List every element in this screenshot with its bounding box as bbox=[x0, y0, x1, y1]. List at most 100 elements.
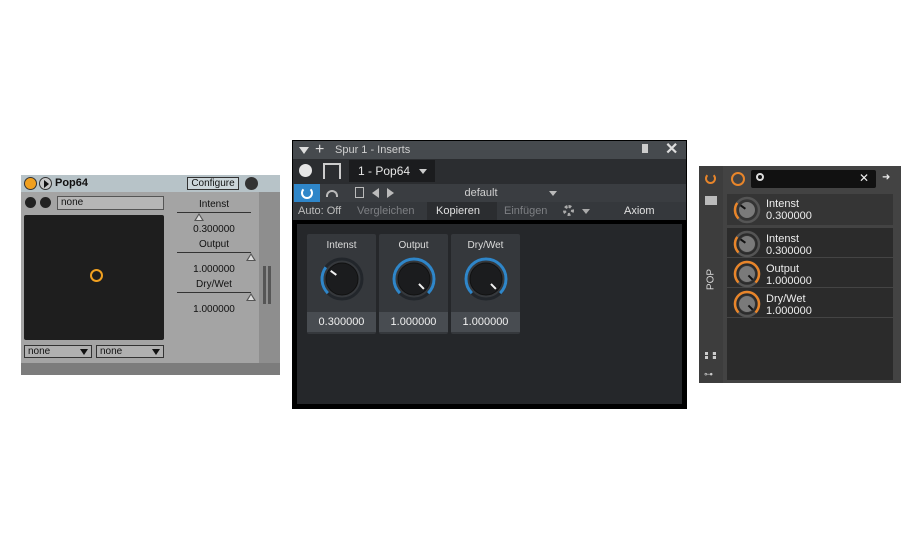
device-side-strip bbox=[259, 192, 280, 363]
knob-label: Dry/Wet bbox=[467, 240, 504, 251]
configure-button[interactable]: Configure bbox=[187, 177, 239, 190]
power-icon bbox=[301, 187, 313, 199]
window-header: + Spur 1 - Inserts ✕ bbox=[293, 141, 686, 159]
knob-value[interactable]: 1.000000 bbox=[451, 312, 520, 332]
param-handle-drywet[interactable] bbox=[246, 293, 256, 301]
knob-dial[interactable] bbox=[463, 256, 509, 302]
param-row-intenst: Intenst 0.300000 bbox=[727, 229, 893, 258]
next-preset-icon[interactable] bbox=[387, 188, 394, 198]
param-name: Intenst bbox=[766, 233, 800, 245]
knob-dial[interactable] bbox=[319, 256, 365, 302]
x-axis-dropdown[interactable]: none bbox=[24, 345, 92, 358]
search-input[interactable] bbox=[773, 171, 853, 186]
param-slider-intenst[interactable] bbox=[177, 212, 251, 213]
preset-selector[interactable]: default bbox=[401, 185, 561, 201]
preset-row: default bbox=[293, 184, 686, 202]
knob-value[interactable]: 1.000000 bbox=[379, 312, 448, 332]
remote-control-box: Intenst 0.300000 bbox=[727, 194, 893, 225]
chevron-down-icon bbox=[419, 169, 427, 174]
plugin-power-button[interactable] bbox=[294, 184, 320, 202]
preset-file-icon[interactable] bbox=[355, 187, 364, 198]
device-power-button[interactable] bbox=[24, 177, 37, 190]
tab-pop64[interactable]: 1 - Pop64 bbox=[349, 160, 435, 182]
automation-row: Auto: Off Vergleichen Kopieren Einfügen … bbox=[293, 202, 686, 220]
param-value: 1.000000 bbox=[766, 305, 812, 317]
remote-value: 0.300000 bbox=[766, 210, 812, 222]
add-icon[interactable]: + bbox=[315, 142, 324, 158]
close-icon[interactable]: ✕ bbox=[665, 141, 678, 158]
param-name: Output bbox=[766, 263, 800, 275]
param-slider-drywet[interactable] bbox=[177, 292, 251, 293]
power-icon[interactable] bbox=[705, 173, 716, 184]
param-value: 1.000000 bbox=[766, 275, 812, 287]
param-row-output: Output 1.000000 bbox=[727, 259, 893, 288]
device-play-button[interactable] bbox=[39, 177, 52, 190]
param-handle-output[interactable] bbox=[246, 253, 256, 261]
param-value-intenst: 0.300000 bbox=[193, 224, 235, 235]
device-bottom-bar bbox=[21, 363, 280, 375]
param-label-output: Output bbox=[198, 239, 230, 250]
folder-icon[interactable] bbox=[705, 196, 717, 205]
remote-name: Intenst bbox=[766, 198, 800, 210]
hot-swap-icon[interactable] bbox=[25, 197, 36, 208]
chevron-down-icon bbox=[80, 349, 88, 355]
knob-intenst: Intenst 0.300000 bbox=[307, 234, 376, 334]
knob-drywet: Dry/Wet 1.000000 bbox=[451, 234, 520, 334]
knob-output: Output 1.000000 bbox=[379, 234, 448, 334]
device-title-bar: Pop64 Configure bbox=[21, 175, 280, 192]
device-name: Axiom bbox=[624, 205, 655, 217]
xy-pad[interactable] bbox=[24, 215, 164, 340]
knob-label: Intenst bbox=[326, 240, 357, 251]
chevron-down-icon bbox=[152, 349, 160, 355]
grid-icon[interactable] bbox=[705, 352, 716, 359]
save-preset-icon[interactable] bbox=[40, 197, 51, 208]
device-menu-icon[interactable] bbox=[245, 177, 258, 190]
param-knob[interactable] bbox=[733, 230, 761, 258]
search-icon bbox=[756, 173, 764, 181]
copy-button[interactable]: Kopieren bbox=[436, 205, 480, 217]
device-left-strip: POP ⊶ bbox=[699, 166, 723, 383]
collapse-icon[interactable] bbox=[299, 147, 309, 154]
tab-row: 1 - Pop64 bbox=[293, 159, 686, 184]
preset-field[interactable]: none bbox=[57, 196, 164, 210]
param-knob[interactable] bbox=[733, 260, 761, 288]
output-meter-right bbox=[268, 266, 271, 304]
gear-icon[interactable] bbox=[563, 205, 574, 216]
param-value-drywet: 1.000000 bbox=[193, 304, 235, 315]
chevron-down-icon[interactable] bbox=[582, 209, 590, 214]
knob-value[interactable]: 0.300000 bbox=[307, 312, 376, 332]
knob-label: Output bbox=[398, 240, 429, 251]
paste-button[interactable]: Einfügen bbox=[504, 205, 547, 217]
expand-icon[interactable]: ➜ bbox=[882, 172, 890, 183]
live-device-panel: Pop64 Configure none none none Intenst 0… bbox=[21, 175, 280, 375]
window-title: Spur 1 - Inserts bbox=[335, 144, 411, 156]
y-axis-dropdown[interactable]: none bbox=[96, 345, 164, 358]
device-vertical-label: POP bbox=[705, 268, 717, 291]
remote-knob[interactable] bbox=[733, 196, 761, 224]
modulator-icon[interactable] bbox=[731, 172, 745, 186]
play-icon bbox=[44, 180, 49, 188]
param-row-drywet: Dry/Wet 1.000000 bbox=[727, 289, 893, 318]
studio-insert-window: + Spur 1 - Inserts ✕ 1 - Pop64 default A… bbox=[292, 140, 687, 409]
routing-network-icon[interactable] bbox=[323, 163, 341, 179]
param-label-intenst: Intenst bbox=[198, 199, 230, 210]
device-title: Pop64 bbox=[55, 177, 89, 189]
param-slider-output[interactable] bbox=[177, 252, 251, 253]
param-handle-intenst[interactable] bbox=[194, 213, 205, 221]
auto-mode-button[interactable]: Auto: Off bbox=[298, 205, 341, 217]
knob-dial[interactable] bbox=[391, 256, 437, 302]
param-name: Dry/Wet bbox=[766, 293, 806, 305]
param-value: 0.300000 bbox=[766, 245, 812, 257]
xy-pad-handle[interactable] bbox=[90, 269, 103, 282]
param-knob[interactable] bbox=[733, 290, 761, 318]
search-field[interactable]: ✕ bbox=[751, 170, 876, 188]
key-icon[interactable]: ⊶ bbox=[704, 369, 713, 380]
output-meter-left bbox=[263, 266, 266, 304]
sidechain-icon[interactable] bbox=[326, 190, 338, 197]
compare-button[interactable]: Vergleichen bbox=[357, 205, 415, 217]
clear-search-icon[interactable]: ✕ bbox=[859, 171, 869, 185]
routing-knob-icon[interactable] bbox=[299, 164, 312, 177]
prev-preset-icon[interactable] bbox=[372, 188, 379, 198]
pin-icon[interactable] bbox=[642, 144, 648, 153]
param-value-output: 1.000000 bbox=[193, 264, 235, 275]
